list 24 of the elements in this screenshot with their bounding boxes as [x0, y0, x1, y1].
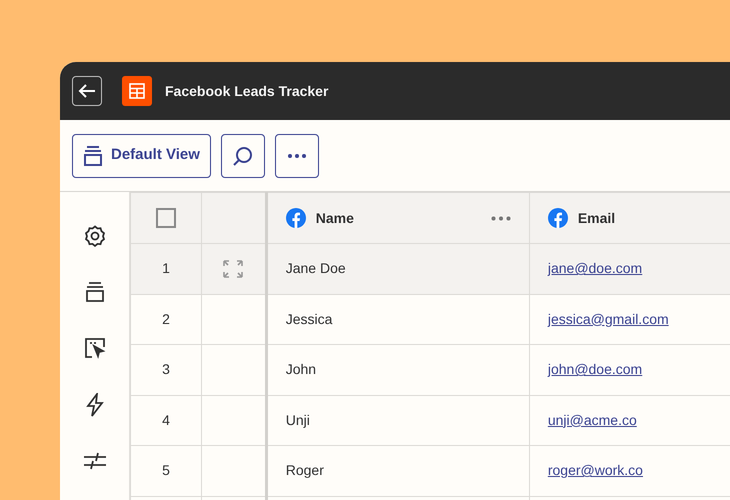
email-link[interactable]: john@doe.com [548, 361, 642, 378]
table-row[interactable]: 3 John john@doe.com [130, 344, 730, 395]
row-number: 1 [162, 260, 170, 276]
name-cell: Jane Doe [286, 260, 346, 276]
table-row[interactable]: 2 Jessica jessica@gmail.com [130, 294, 730, 344]
table-row[interactable]: 1 Jane Doe jane@doe.com [130, 244, 730, 294]
row-number: 5 [162, 462, 170, 478]
row-number: 2 [162, 310, 170, 327]
name-cell: Roger [286, 462, 324, 478]
table-row[interactable]: 5 Roger roger@work.co [130, 446, 730, 496]
email-link[interactable]: roger@work.co [548, 462, 643, 478]
row-number: 4 [162, 412, 170, 428]
email-link[interactable]: unji@acme.co [548, 412, 637, 428]
view-button[interactable]: Default View [72, 134, 211, 178]
column-header: Email [578, 208, 616, 228]
name-cell: Jessica [286, 310, 332, 327]
email-link[interactable]: jessica@gmail.com [548, 310, 669, 327]
email-link[interactable]: jane@doe.com [548, 260, 642, 276]
name-cell: John [286, 361, 316, 378]
table-row[interactable]: 4 Unji unji@acme.co [130, 395, 730, 446]
window-title: Facebook Leads Tracker [165, 82, 328, 100]
column-header: Name [316, 208, 354, 228]
name-cell: Unji [286, 412, 310, 428]
row-number: 3 [162, 361, 170, 378]
